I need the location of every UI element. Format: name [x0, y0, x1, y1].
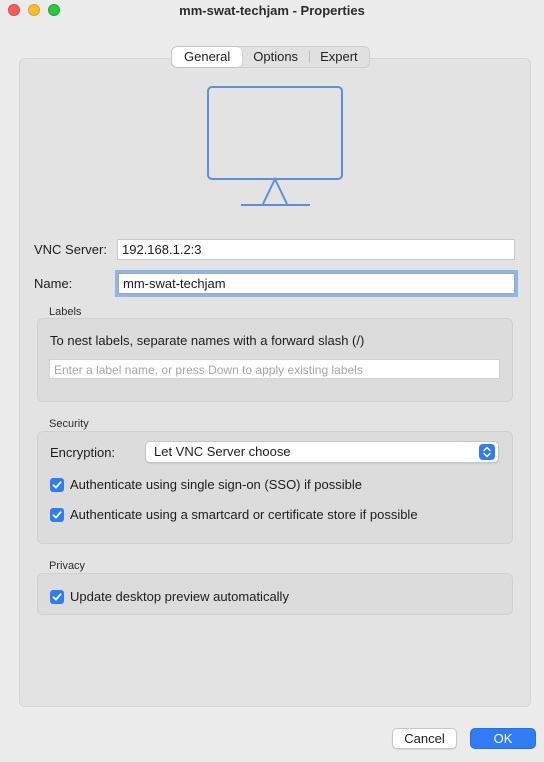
encryption-select-value: Let VNC Server choose	[154, 444, 291, 459]
encryption-label: Encryption:	[50, 445, 116, 460]
tab-general[interactable]: General	[172, 47, 243, 67]
security-section-title: Security	[49, 418, 89, 430]
labels-section-title: Labels	[49, 306, 82, 318]
tab-options[interactable]: Options	[242, 47, 309, 67]
smartcard-label: Authenticate using a smartcard or certif…	[70, 507, 418, 522]
checkmark-icon	[52, 510, 62, 518]
label-input[interactable]: Enter a label name, or press Down to app…	[49, 359, 500, 379]
sso-checkbox-row[interactable]: Authenticate using single sign-on (SSO) …	[50, 477, 362, 492]
sso-label: Authenticate using single sign-on (SSO) …	[70, 477, 362, 492]
cancel-button[interactable]: Cancel	[392, 728, 457, 749]
checkmark-icon	[52, 480, 62, 488]
vnc-server-field[interactable]: 192.168.1.2:3	[117, 239, 515, 260]
name-field[interactable]: mm-swat-techjam	[118, 273, 515, 294]
desktop-monitor-icon	[207, 86, 343, 206]
preview-label: Update desktop preview automatically	[70, 589, 289, 604]
labels-instruction: To nest labels, separate names with a fo…	[50, 333, 365, 348]
sso-checkbox[interactable]	[50, 477, 64, 492]
smartcard-checkbox-row[interactable]: Authenticate using a smartcard or certif…	[50, 507, 418, 522]
ok-button[interactable]: OK	[470, 728, 536, 749]
preview-checkbox-row[interactable]: Update desktop preview automatically	[50, 589, 289, 604]
tab-bar: General Options Expert	[171, 46, 370, 68]
tab-expert[interactable]: Expert	[309, 47, 369, 67]
label-input-placeholder: Enter a label name, or press Down to app…	[54, 363, 363, 377]
privacy-section-title: Privacy	[49, 560, 86, 572]
up-down-chevron-icon	[479, 444, 495, 460]
preview-checkbox[interactable]	[50, 589, 64, 604]
encryption-select[interactable]: Let VNC Server choose	[145, 441, 499, 463]
checkmark-icon	[52, 592, 62, 600]
vnc-server-label: VNC Server:	[34, 242, 107, 257]
name-label: Name:	[34, 276, 73, 291]
title-bar: mm-swat-techjam - Properties	[0, 0, 544, 22]
window-title: mm-swat-techjam - Properties	[179, 3, 365, 18]
smartcard-checkbox[interactable]	[50, 507, 64, 522]
